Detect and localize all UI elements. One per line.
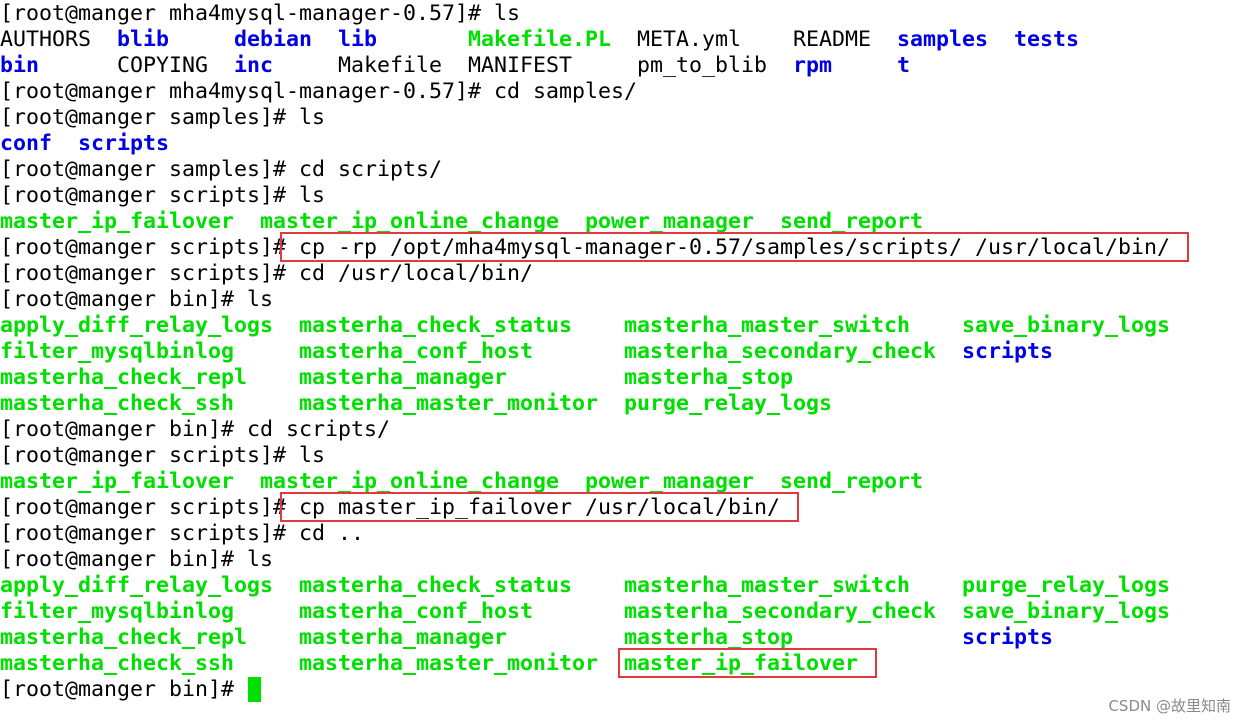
directory-entry: samples bbox=[897, 27, 989, 52]
executable-entry: masterha_check_ssh bbox=[0, 391, 235, 416]
directory-entry: scripts bbox=[962, 339, 1054, 364]
terminal-text: [root@manger bin]# ls bbox=[0, 287, 274, 312]
executable-entry: apply_diff_relay_logs bbox=[0, 573, 274, 598]
executable-entry: masterha_check_status bbox=[299, 573, 573, 598]
terminal-line: AUTHORS blib debian lib Makefile.PL META.yml R… bbox=[0, 27, 1245, 53]
terminal-line: [root@manger scripts]# ls bbox=[0, 443, 1245, 469]
executable-entry: masterha_check_repl bbox=[0, 365, 248, 390]
terminal-text: [root@manger scripts]# cd .. bbox=[0, 521, 365, 546]
executable-entry: masterha_secondary_check bbox=[624, 599, 937, 624]
executable-entry: masterha_check_status bbox=[299, 313, 573, 338]
red-highlight-box bbox=[280, 232, 1189, 262]
directory-entry: blib bbox=[117, 27, 170, 52]
terminal-line: [root@manger bin]# ls bbox=[0, 547, 1245, 573]
terminal-text: COPYING bbox=[117, 53, 209, 78]
terminal-line: [root@manger scripts]# cd /usr/local/bin… bbox=[0, 261, 1245, 287]
executable-entry: masterha_stop bbox=[624, 365, 794, 390]
executable-entry: apply_diff_relay_logs bbox=[0, 313, 274, 338]
terminal-text: [root@manger mha4mysql-manager-0.57]# ls bbox=[0, 1, 521, 26]
executable-entry: master_ip_failover bbox=[0, 469, 235, 494]
executable-entry: masterha_check_repl bbox=[0, 625, 248, 650]
directory-entry: t bbox=[897, 53, 911, 78]
terminal-text: [root@manger bin]# cd scripts/ bbox=[0, 417, 391, 442]
directory-entry: debian bbox=[234, 27, 313, 52]
terminal-text: README bbox=[793, 27, 872, 52]
directory-entry: rpm bbox=[793, 53, 833, 78]
terminal-text: META.yml bbox=[637, 27, 742, 52]
terminal-line: [root@manger bin]# cd scripts/ bbox=[0, 417, 1245, 443]
executable-entry: purge_relay_logs bbox=[962, 573, 1171, 598]
executable-entry: masterha_conf_host bbox=[299, 339, 534, 364]
terminal-text: [root@manger scripts]# ls bbox=[0, 443, 326, 468]
executable-entry: master_ip_failover bbox=[0, 209, 235, 234]
terminal-line: [root@manger mha4mysql-manager-0.57]# cd… bbox=[0, 79, 1245, 105]
terminal-cursor bbox=[248, 677, 261, 702]
terminal-line: [root@manger bin]# ls bbox=[0, 287, 1245, 313]
directory-entry: inc bbox=[234, 53, 274, 78]
terminal-line: filter_mysqlbinlog masterha_conf_host mast… bbox=[0, 599, 1245, 625]
terminal-line: [root@manger scripts]# cd .. bbox=[0, 521, 1245, 547]
terminal-line: [root@manger bin]# bbox=[0, 677, 1245, 703]
terminal-text: [root@manger samples]# cd scripts/ bbox=[0, 157, 443, 182]
terminal-line: [root@manger scripts]# ls bbox=[0, 183, 1245, 209]
terminal-text: pm_to_blib bbox=[637, 53, 768, 78]
csdn-watermark: CSDN @故里知南 bbox=[1108, 697, 1231, 715]
executable-entry: send_report bbox=[780, 469, 924, 494]
executable-entry: purge_relay_logs bbox=[624, 391, 833, 416]
terminal-text: Makefile bbox=[338, 53, 443, 78]
directory-entry: scripts bbox=[78, 131, 170, 156]
terminal-window[interactable]: [root@manger mha4mysql-manager-0.57]# ls… bbox=[0, 0, 1245, 724]
executable-entry: masterha_master_monitor bbox=[299, 391, 599, 416]
executable-entry: masterha_master_switch bbox=[624, 573, 911, 598]
terminal-text: [root@manger samples]# ls bbox=[0, 105, 326, 130]
executable-entry: masterha_master_monitor bbox=[299, 651, 599, 676]
red-highlight-box bbox=[280, 492, 799, 522]
terminal-line: [root@manger samples]# ls bbox=[0, 105, 1245, 131]
executable-entry: Makefile.PL bbox=[468, 27, 612, 52]
executable-entry: save_binary_logs bbox=[962, 599, 1171, 624]
executable-entry: filter_mysqlbinlog bbox=[0, 599, 235, 624]
directory-entry: scripts bbox=[962, 625, 1054, 650]
terminal-text: AUTHORS bbox=[0, 27, 92, 52]
executable-entry: masterha_manager bbox=[299, 625, 508, 650]
terminal-line: apply_diff_relay_logs masterha_check_stat… bbox=[0, 313, 1245, 339]
executable-entry: masterha_secondary_check bbox=[624, 339, 937, 364]
terminal-line: [root@manger mha4mysql-manager-0.57]# ls bbox=[0, 1, 1245, 27]
executable-entry: save_binary_logs bbox=[962, 313, 1171, 338]
terminal-line: apply_diff_relay_logs masterha_check_stat… bbox=[0, 573, 1245, 599]
directory-entry: bin bbox=[0, 53, 40, 78]
executable-entry: masterha_check_ssh bbox=[0, 651, 235, 676]
terminal-line: filter_mysqlbinlog masterha_conf_host mast… bbox=[0, 339, 1245, 365]
terminal-text: [root@manger mha4mysql-manager-0.57]# cd… bbox=[0, 79, 638, 104]
terminal-text: [root@manger bin]# ls bbox=[0, 547, 274, 572]
terminal-line: masterha_check_repl masterha_manager maste… bbox=[0, 365, 1245, 391]
executable-entry: masterha_master_switch bbox=[624, 313, 911, 338]
executable-entry: masterha_manager bbox=[299, 365, 508, 390]
directory-entry: lib bbox=[338, 27, 378, 52]
executable-entry: filter_mysqlbinlog bbox=[0, 339, 235, 364]
terminal-line: masterha_check_ssh masterha_master_monito… bbox=[0, 391, 1245, 417]
terminal-line: bin COPYING inc Makefile MANIFEST pm_to_blib r… bbox=[0, 53, 1245, 79]
terminal-line: [root@manger samples]# cd scripts/ bbox=[0, 157, 1245, 183]
terminal-text: [root@manger scripts]# ls bbox=[0, 183, 326, 208]
terminal-text: [root@manger bin]# bbox=[0, 677, 248, 702]
terminal-line: conf scripts bbox=[0, 131, 1245, 157]
directory-entry: conf bbox=[0, 131, 53, 156]
terminal-text: [root@manger scripts]# cd /usr/local/bin… bbox=[0, 261, 534, 286]
red-highlight-box bbox=[618, 648, 877, 678]
directory-entry: tests bbox=[1014, 27, 1080, 52]
terminal-text: MANIFEST bbox=[468, 53, 573, 78]
executable-entry: masterha_conf_host bbox=[299, 599, 534, 624]
